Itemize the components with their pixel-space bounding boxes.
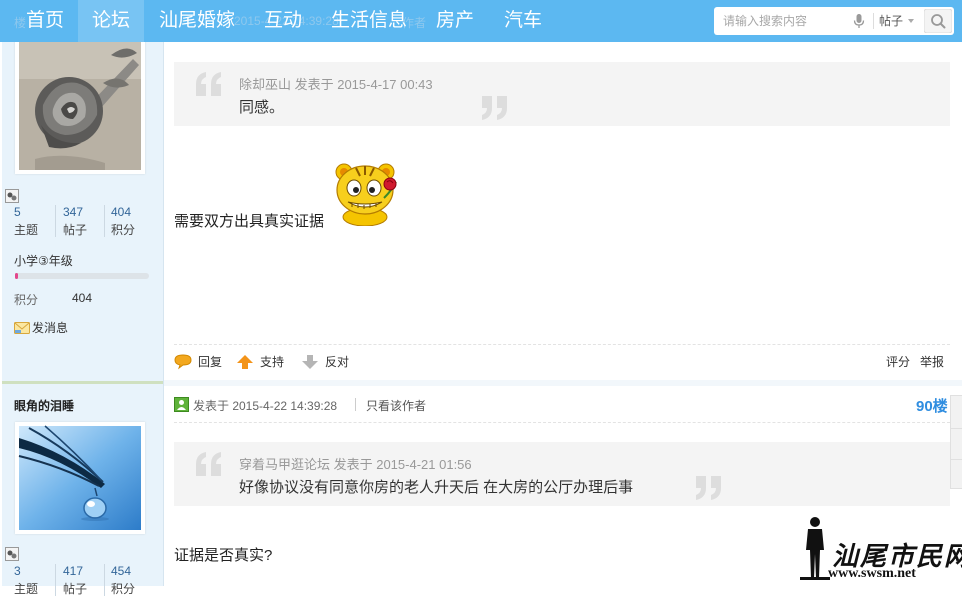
stat-divider [55,564,56,596]
stat-points[interactable]: 454 积分 [111,564,155,596]
stat-topics-value: 3 [14,564,21,578]
post-body-text: 需要双方出具真实证据 [174,213,325,230]
close-quote-icon [696,476,721,500]
top-navigation-bar: 楼 2015-4-22 14:39:28 作者 首页 论坛 汕尾婚嫁 互动 生活… [0,0,962,42]
nav-item-home[interactable]: 首页 [14,0,76,42]
stat-points[interactable]: 404 积分 [111,205,155,237]
scroll-widget[interactable] [950,459,962,489]
stat-topics[interactable]: 5 主题 [14,205,58,237]
arrow-down-icon [302,355,318,369]
points-value: 404 [72,291,93,305]
stat-posts-value: 347 [63,205,84,219]
oppose-label: 反对 [325,355,350,369]
stat-divider [55,205,56,237]
tiger-rose-emoji-icon [335,163,397,226]
medal-icon [5,189,19,203]
scroll-widget[interactable] [950,428,962,460]
stat-posts-label: 帖子 [63,223,88,237]
nav-item-cars[interactable]: 汽车 [498,0,548,42]
search-type-select[interactable]: 帖子 [879,7,903,35]
open-quote-icon [196,72,221,96]
actions-divider [174,344,950,345]
avatar[interactable] [15,422,145,534]
close-quote-icon [482,96,507,120]
watermark-url: www.swsm.net [828,566,916,581]
report-button[interactable]: 举报 [920,354,944,370]
stat-posts-label: 帖子 [63,582,88,596]
search-input[interactable] [714,7,857,35]
only-author-link[interactable]: 只看该作者 [366,397,426,414]
stat-topics-label: 主题 [14,582,39,596]
stat-topics[interactable]: 3 主题 [14,564,58,596]
floor-number[interactable]: 90楼 [916,395,948,416]
arrow-up-icon [237,355,253,369]
author-name[interactable]: 眼角的泪睡 [14,397,74,414]
send-message-label: 发消息 [32,321,69,335]
stat-topics-value: 5 [14,205,21,219]
quote-author[interactable]: 穿着马甲逛论坛 发表于 2015-4-21 01:56 [239,454,472,473]
post-separator [2,381,163,384]
post-date: 发表于 2015-4-22 14:39:28 [193,399,338,413]
level-progress-bar [15,273,149,279]
rate-button[interactable]: 评分 [886,354,910,370]
open-quote-icon [196,452,221,476]
quote-block: 穿着马甲逛论坛 发表于 2015-4-21 01:56 好像协议没有同意你房的老… [174,442,950,506]
scroll-widget[interactable] [950,395,962,429]
search-box: 帖子 [714,7,954,35]
stat-posts[interactable]: 417 帖子 [63,564,107,596]
microphone-icon[interactable] [852,13,866,29]
chevron-down-icon[interactable] [908,19,914,23]
avatar[interactable] [15,39,145,174]
quote-block: 除却巫山 发表于 2015-4-17 00:43 同感。 [174,62,950,126]
user-online-icon [174,397,189,412]
post-separator [164,380,962,386]
quote-author[interactable]: 除却巫山 发表于 2015-4-17 00:43 [239,74,433,93]
stat-points-value: 404 [111,205,132,219]
meta-divider [355,398,356,411]
user-level[interactable]: 小学③年级 [14,252,73,269]
stat-points-label: 积分 [111,582,136,596]
standing-man-watermark-icon [800,517,830,580]
medal-icon [5,547,19,561]
quote-text: 同感。 [239,99,285,116]
search-button[interactable] [924,9,952,33]
stat-topics-label: 主题 [14,223,39,237]
points-label: 积分 [14,293,39,307]
envelope-icon [14,322,30,334]
post-content-area: 除却巫山 发表于 2015-4-17 00:43 同感。 需要双方出具真实证据 … [164,42,962,586]
post-meta-bar: 发表于 2015-4-22 14:39:28 只看该作者 90楼 [174,395,950,419]
speech-bubble-icon [174,354,192,370]
support-label: 支持 [260,355,285,369]
stat-posts[interactable]: 347 帖子 [63,205,107,237]
nav-item-forum[interactable]: 论坛 [78,0,144,42]
reply-label: 回复 [198,355,223,369]
water-drop-avatar-image [18,425,141,530]
nav-item-real-estate[interactable]: 房产 [430,0,480,42]
level-progress-fill [15,273,18,279]
silver-rose-avatar-image [19,39,141,170]
post-body-text: 证据是否真实? [174,547,273,564]
nav-item-life-info[interactable]: 生活信息 [326,0,412,42]
stat-points-label: 积分 [111,223,136,237]
stat-points-value: 454 [111,564,132,578]
stat-divider [104,564,105,596]
nav-item-wedding[interactable]: 汕尾婚嫁 [154,0,240,42]
nav-item-interaction[interactable]: 互动 [258,0,308,42]
quote-text: 好像协议没有同意你房的老人升天后 在大房的公厅办理后事 [239,479,634,496]
meta-divider-line [174,422,950,423]
author-sidebar: 5 主题 347 帖子 404 积分 小学③年级 积分 404 发消息 眼角的泪… [2,39,163,596]
stat-divider [104,205,105,237]
search-divider [873,13,874,29]
stat-posts-value: 417 [63,564,84,578]
